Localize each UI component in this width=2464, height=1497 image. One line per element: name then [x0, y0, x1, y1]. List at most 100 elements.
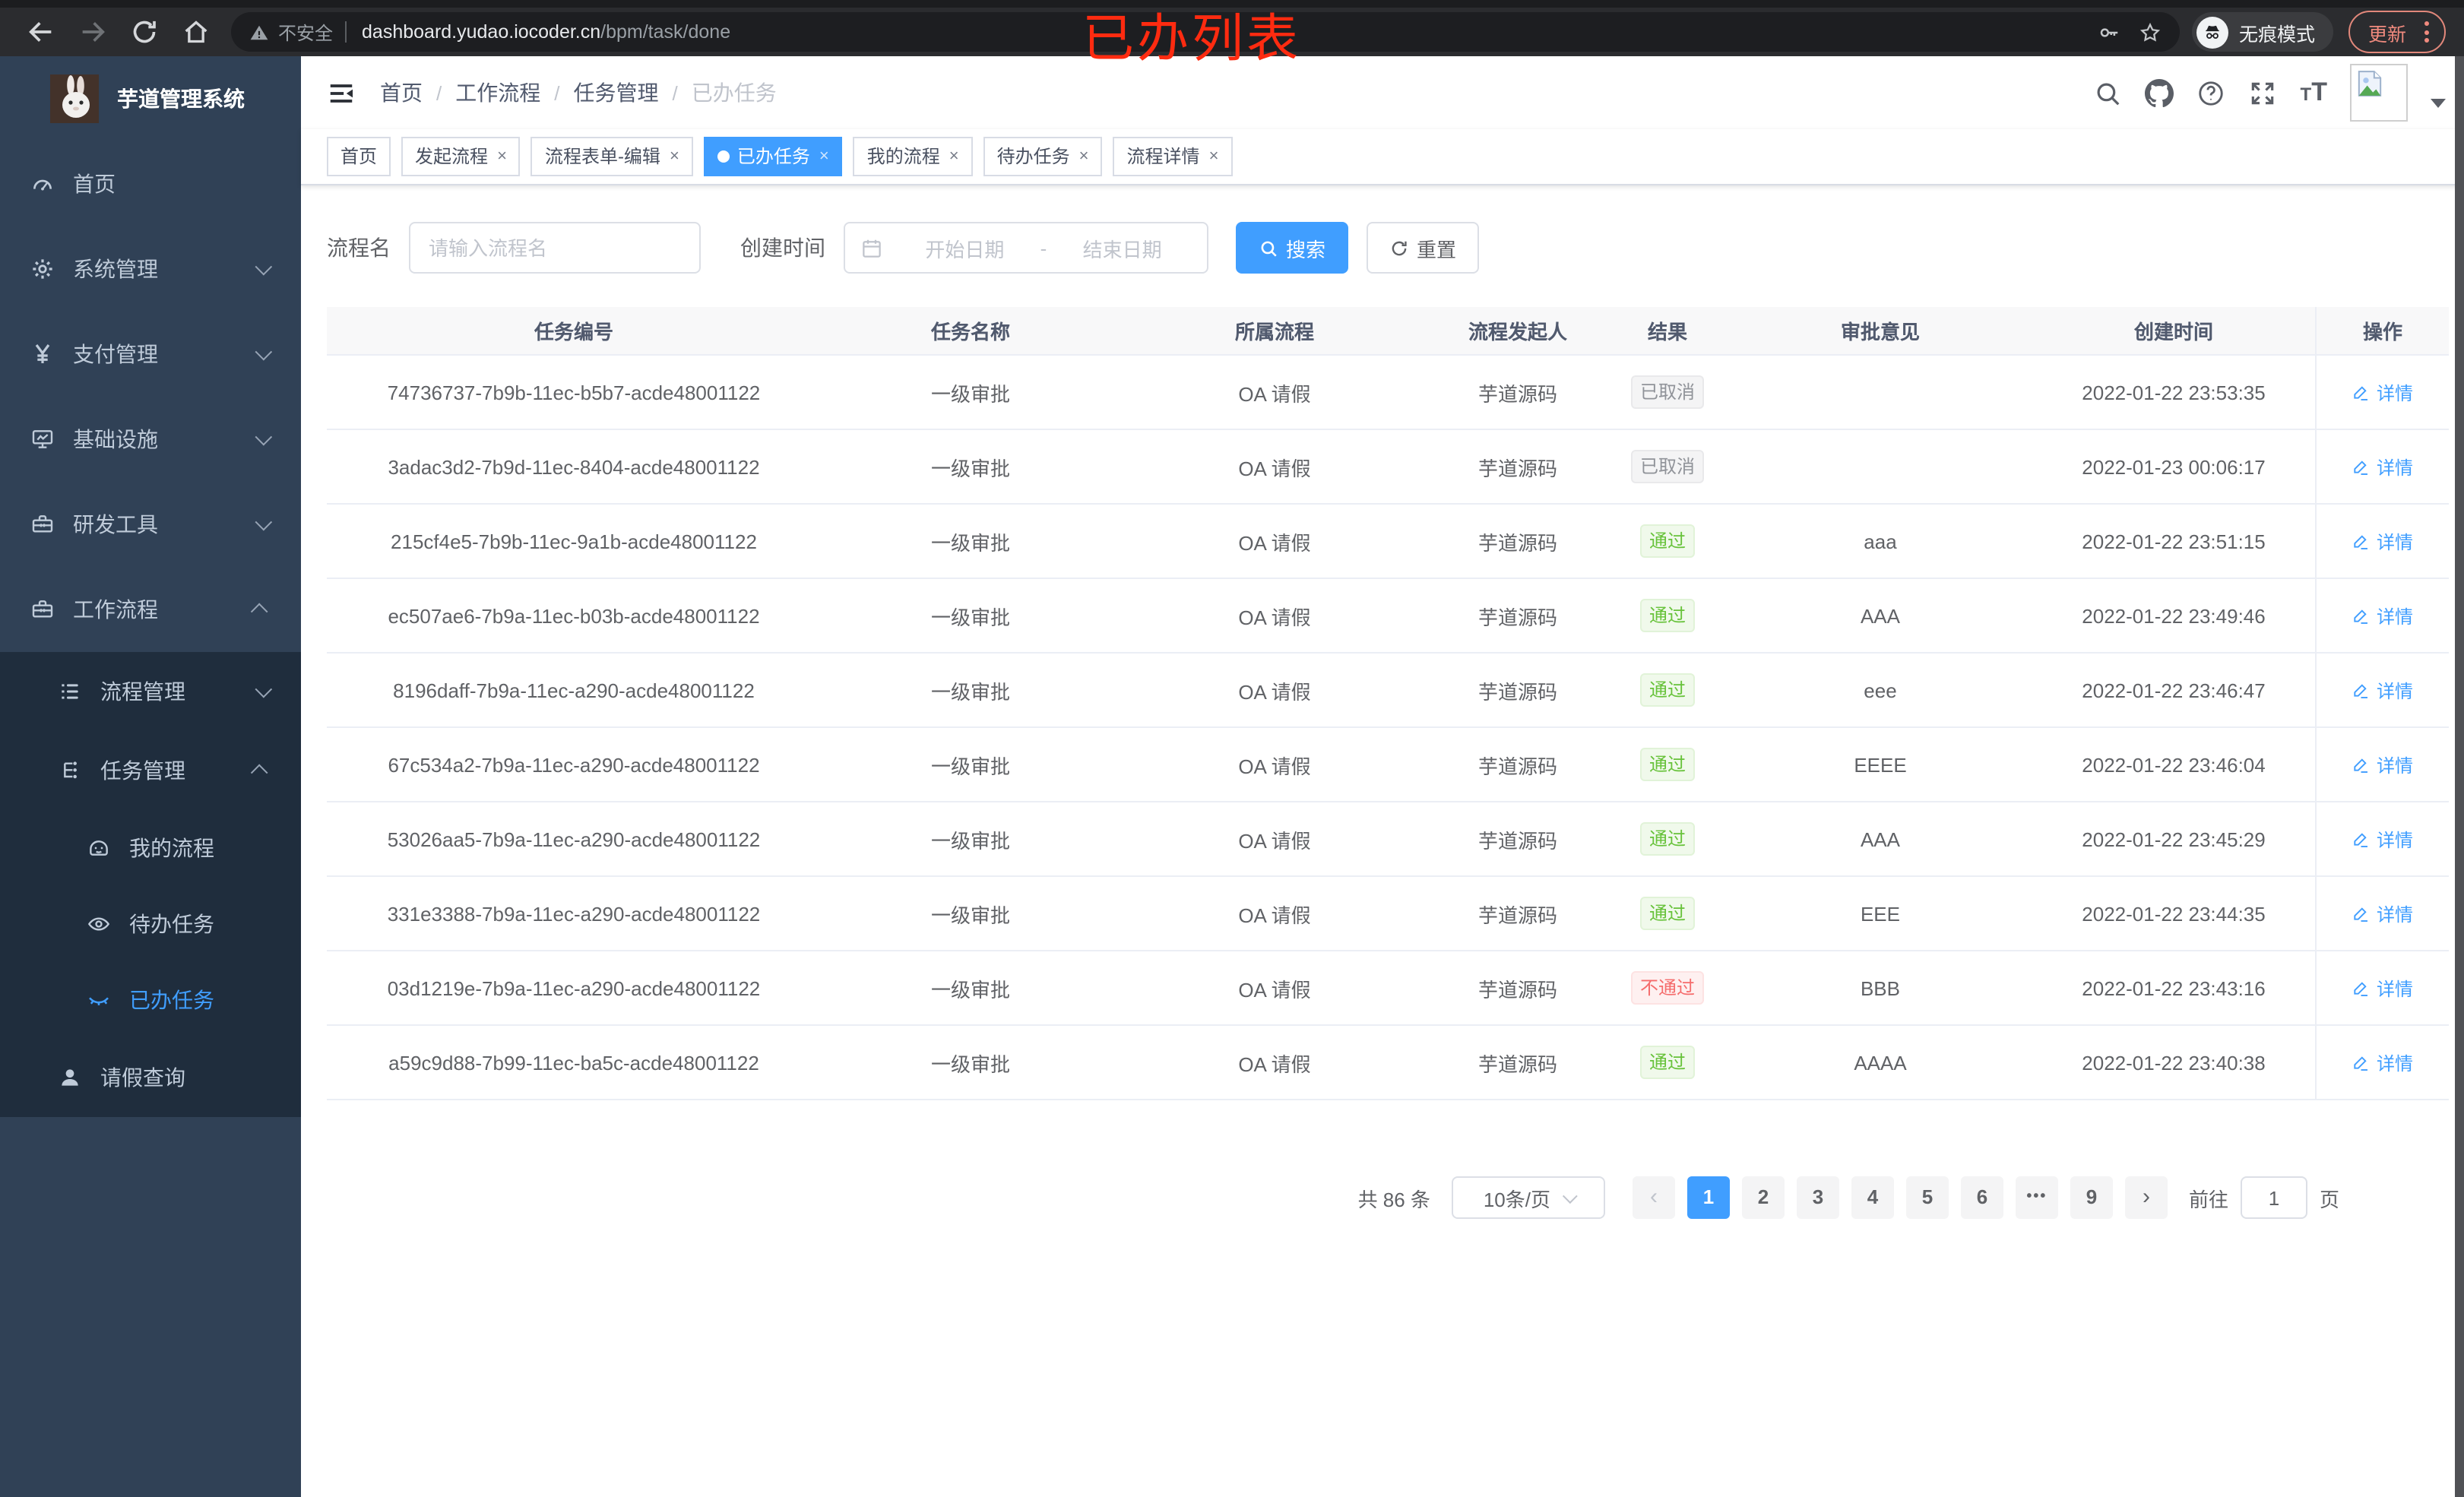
sidebar-item-infrastructure[interactable]: 基础设施	[0, 397, 301, 482]
page-button-3[interactable]: 3	[1796, 1176, 1839, 1219]
cell-task-name: 一级审批	[930, 755, 1010, 777]
refresh-icon	[1389, 238, 1409, 258]
sidebar-item-label: 我的流程	[129, 836, 214, 860]
tab-process-form-edit[interactable]: 流程表单-编辑 ×	[530, 137, 693, 176]
column-header: 操作	[2315, 307, 2449, 354]
sidebar-logo[interactable]: 芋道管理系统	[0, 56, 301, 141]
cell-task-name: 一级审批	[930, 606, 1010, 628]
navbar-github-button[interactable]	[2145, 78, 2174, 107]
browser-reload-button[interactable]	[129, 17, 160, 47]
tab-start-process[interactable]: 发起流程 ×	[401, 137, 521, 176]
tab-close-icon[interactable]: ×	[819, 147, 829, 165]
detail-link[interactable]: 详情	[2352, 677, 2413, 703]
detail-link[interactable]: 详情	[2352, 975, 2413, 1001]
bookmark-star-icon[interactable]	[2139, 21, 2162, 43]
sidebar-item-label: 已办任务	[129, 988, 214, 1012]
detail-link[interactable]: 详情	[2352, 900, 2413, 926]
page-button-4[interactable]: 4	[1851, 1176, 1894, 1219]
detail-link[interactable]: 详情	[2352, 379, 2413, 405]
tab-close-icon[interactable]: ×	[949, 147, 959, 165]
navbar-help-button[interactable]	[2197, 78, 2226, 107]
page-size-select[interactable]: 10条/页	[1451, 1176, 1605, 1219]
process-name-input[interactable]	[409, 222, 701, 274]
tab-close-icon[interactable]: ×	[1209, 147, 1219, 165]
tab-process-detail[interactable]: 流程详情 ×	[1113, 137, 1233, 176]
eye-icon	[87, 912, 111, 936]
sidebar-item-system-management[interactable]: 系统管理	[0, 226, 301, 312]
sidebar-item-task-management[interactable]: 任务管理	[0, 731, 301, 810]
detail-link[interactable]: 详情	[2352, 826, 2413, 852]
column-header: 任务编号	[534, 321, 613, 343]
page-button-9[interactable]: 9	[2070, 1176, 2113, 1219]
reset-button[interactable]: 重置	[1367, 222, 1480, 274]
sidebar-fold-button[interactable]	[327, 78, 356, 107]
sidebar-item-leave-query[interactable]: 请假查询	[0, 1038, 301, 1117]
search-button[interactable]: 搜索	[1236, 222, 1349, 274]
logo-rabbit-image	[50, 74, 99, 123]
tab-home[interactable]: 首页	[327, 137, 391, 176]
sidebar-item-label: 待办任务	[129, 912, 214, 936]
detail-link[interactable]: 详情	[2352, 528, 2413, 554]
breadcrumb-item[interactable]: 工作流程	[455, 78, 540, 108]
cell-starter: 芋道源码	[1477, 978, 1557, 1001]
detail-link[interactable]: 详情	[2352, 752, 2413, 777]
cell-create-time: 2022-01-22 23:40:38	[2082, 1051, 2266, 1074]
sidebar-item-process-management[interactable]: 流程管理	[0, 652, 301, 731]
cell-task-id: 67c534a2-7b9a-11ec-a290-acde48001122	[388, 753, 760, 776]
sidebar-menu: 首页 系统管理 支付管理 基础设施 研发工具工作流程流程管理 任务管理我的流程待办任务已办…	[0, 141, 301, 1117]
tab-todo-tasks[interactable]: 待办任务 ×	[983, 137, 1103, 176]
browser-menu-icon[interactable]	[2418, 21, 2435, 43]
browser-home-button[interactable]	[181, 17, 211, 47]
sidebar-item-home[interactable]: 首页	[0, 141, 301, 226]
search-button-label: 搜索	[1286, 238, 1326, 261]
table-row: 03d1219e-7b9a-11ec-a290-acde48001122 一级审批…	[327, 951, 2449, 1026]
browser-update-button[interactable]: 更新	[2348, 11, 2446, 53]
detail-link[interactable]: 详情	[2352, 1049, 2413, 1075]
navbar-fontsize-button[interactable]: TT	[2301, 77, 2327, 109]
navbar-search-button[interactable]	[2094, 78, 2123, 107]
browser-forward-button[interactable]	[78, 17, 108, 47]
page-button-1[interactable]: 1	[1686, 1176, 1730, 1219]
avatar-caret-icon[interactable]	[2431, 99, 2446, 108]
password-key-icon[interactable]	[2098, 21, 2120, 43]
prev-page-button[interactable]: ‹	[1632, 1176, 1675, 1219]
breadcrumb-item[interactable]: 首页	[380, 78, 423, 108]
detail-link[interactable]: 详情	[2352, 603, 2413, 628]
window-scrollbar[interactable]	[2455, 56, 2464, 1497]
cell-result: 通过	[1607, 524, 1728, 558]
edit-pencil-icon	[2352, 755, 2371, 774]
cell-process: OA 请假	[1238, 606, 1311, 628]
pagination-goto: 前往 页	[2189, 1176, 2339, 1219]
tab-close-icon[interactable]: ×	[497, 147, 507, 165]
sidebar-item-dev-tools[interactable]: 研发工具	[0, 482, 301, 567]
cell-process: OA 请假	[1238, 978, 1311, 1001]
result-badge: 通过	[1639, 748, 1695, 781]
edit-pencil-icon	[2352, 904, 2371, 923]
goto-page-input[interactable]	[2240, 1176, 2307, 1219]
sidebar-item-my-process[interactable]: 我的流程	[0, 810, 301, 886]
sidebar-item-payment-management[interactable]: 支付管理	[0, 312, 301, 397]
tab-label: 流程表单-编辑	[544, 146, 660, 167]
next-page-button[interactable]: ›	[2124, 1176, 2168, 1219]
breadcrumb-item[interactable]: 任务管理	[574, 78, 659, 108]
tab-done-tasks[interactable]: 已办任务 ×	[703, 137, 843, 176]
tab-close-icon[interactable]: ×	[670, 147, 679, 165]
cell-task-id: a59c9d88-7b99-11ec-ba5c-acde48001122	[388, 1051, 759, 1074]
tab-my-process[interactable]: 我的流程 ×	[853, 137, 973, 176]
page-button-2[interactable]: 2	[1741, 1176, 1785, 1219]
sidebar-item-done-tasks[interactable]: 已办任务	[0, 962, 301, 1038]
page-button-5[interactable]: 5	[1905, 1176, 1949, 1219]
tab-close-icon[interactable]: ×	[1079, 147, 1089, 165]
page-ellipsis-button[interactable]: •••	[2015, 1176, 2058, 1219]
browser-back-button[interactable]	[26, 17, 56, 47]
detail-link[interactable]: 详情	[2352, 454, 2413, 479]
cell-create-time: 2022-01-22 23:51:15	[2082, 530, 2266, 552]
page-button-6[interactable]: 6	[1960, 1176, 2003, 1219]
sidebar-item-workflow[interactable]: 工作流程	[0, 567, 301, 652]
user-avatar[interactable]	[2350, 64, 2408, 122]
sidebar-item-todo-tasks[interactable]: 待办任务	[0, 886, 301, 962]
github-icon	[2145, 78, 2174, 107]
sidebar-item-label: 工作流程	[73, 597, 158, 622]
navbar-fullscreen-button[interactable]	[2249, 78, 2278, 107]
date-range-picker[interactable]: 开始日期 - 结束日期	[844, 222, 1208, 274]
